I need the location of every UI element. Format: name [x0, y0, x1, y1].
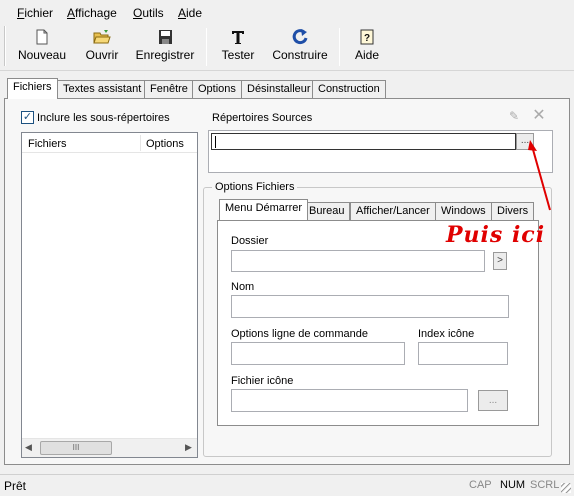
scroll-right-icon[interactable]: ▶: [185, 442, 192, 453]
toolbar-grip: [4, 26, 6, 66]
test-t-icon: [232, 31, 244, 44]
toolbar-separator: [339, 28, 340, 66]
aide-label: Aide: [354, 48, 380, 62]
source-dir-edit-field[interactable]: [211, 133, 516, 150]
scroll-left-icon[interactable]: ◀: [25, 442, 32, 453]
icon-file-browse-button[interactable]: ...: [478, 390, 508, 411]
enregistrer-button[interactable]: Enregistrer: [132, 26, 198, 68]
icon-file-input[interactable]: [231, 389, 468, 412]
nouveau-button[interactable]: Nouveau: [14, 26, 70, 68]
build-arrow-icon: [292, 29, 308, 45]
tab-desinstalleur[interactable]: Désinstalleur: [241, 80, 317, 98]
cmdline-input[interactable]: [231, 342, 405, 365]
ouvrir-button[interactable]: Ouvrir: [80, 26, 124, 68]
save-disk-icon: [159, 30, 172, 44]
horizontal-scrollbar[interactable]: ◀ III ▶: [22, 438, 197, 457]
include-subdirs-label: Inclure les sous-répertoires: [37, 112, 170, 124]
svg-text:?: ?: [364, 33, 370, 44]
construire-button[interactable]: Construire: [268, 26, 332, 68]
tester-label: Tester: [221, 48, 255, 62]
num-indicator: NUM: [500, 479, 526, 491]
tab-fichiers[interactable]: Fichiers: [7, 78, 58, 99]
text-caret: [215, 136, 216, 148]
source-dirs-list[interactable]: ...: [208, 130, 553, 173]
ouvrir-label: Ouvrir: [85, 48, 119, 62]
dossier-expand-button[interactable]: >: [493, 252, 507, 270]
files-listview[interactable]: Fichiers Options ◀ III ▶: [21, 132, 198, 458]
nouveau-label: Nouveau: [17, 48, 67, 62]
menu-aide[interactable]: Aide: [178, 6, 202, 20]
toolbar-divider: [0, 70, 574, 71]
cap-indicator: CAP: [469, 479, 492, 491]
subtab-menu-demarrer[interactable]: Menu Démarrer: [219, 199, 309, 220]
source-dirs-label: Répertoires Sources: [212, 112, 313, 124]
tab-fenetre[interactable]: Fenêtre: [144, 80, 194, 98]
status-text: Prêt: [4, 479, 27, 493]
tester-button[interactable]: Tester: [216, 26, 260, 68]
scrl-indicator: SCRL: [530, 479, 560, 491]
include-subdirs-checkbox[interactable]: ✓: [21, 111, 34, 124]
menu-affichage[interactable]: Affichage: [67, 6, 117, 20]
tab-textes-assistant[interactable]: Textes assistant: [57, 80, 148, 98]
column-header-options[interactable]: Options: [146, 138, 184, 150]
list-header: Fichiers Options: [22, 133, 197, 153]
delete-x-icon[interactable]: ✕: [529, 108, 549, 126]
icon-index-input[interactable]: [418, 342, 508, 365]
annotation-text: Puis ici: [446, 222, 546, 248]
help-icon: ?: [360, 29, 374, 45]
dossier-input[interactable]: [231, 250, 485, 272]
menu-bar: Fichier Affichage Outils Aide: [0, 0, 574, 24]
tab-options[interactable]: Options: [192, 80, 242, 98]
resize-grip-icon[interactable]: [561, 483, 571, 493]
dossier-label: Dossier: [231, 235, 269, 247]
subtab-bureau[interactable]: Bureau: [303, 202, 351, 220]
tab-construction[interactable]: Construction: [312, 80, 386, 98]
menu-outils[interactable]: Outils: [133, 6, 164, 20]
annotation-arrow-icon: [528, 140, 551, 211]
aide-button[interactable]: ? Aide: [350, 26, 384, 68]
enregistrer-label: Enregistrer: [135, 48, 195, 62]
toolbar-separator: [206, 28, 207, 66]
options-fichiers-legend: Options Fichiers: [212, 181, 298, 193]
open-folder-icon: [93, 30, 111, 44]
icon-file-label: Fichier icône: [231, 375, 294, 387]
new-folder-icon[interactable]: ✎: [505, 109, 523, 125]
cmdline-label: Options ligne de commande: [231, 328, 368, 340]
menu-fichier[interactable]: Fichier: [17, 6, 53, 20]
scroll-thumb[interactable]: III: [40, 441, 112, 455]
new-document-icon: [36, 29, 48, 45]
nom-label: Nom: [231, 281, 255, 293]
construire-label: Construire: [272, 48, 328, 62]
column-divider[interactable]: [140, 135, 141, 151]
icon-index-label: Index icône: [418, 328, 475, 340]
subtab-windows[interactable]: Windows: [435, 202, 492, 220]
subtab-afficher-lancer[interactable]: Afficher/Lancer: [350, 202, 436, 220]
nom-input[interactable]: [231, 295, 509, 318]
column-header-fichiers[interactable]: Fichiers: [28, 138, 67, 150]
toolbar: Nouveau Ouvrir Enregistrer Tester Constr…: [0, 24, 574, 70]
status-bar: Prêt CAP NUM SCRL: [0, 474, 574, 496]
